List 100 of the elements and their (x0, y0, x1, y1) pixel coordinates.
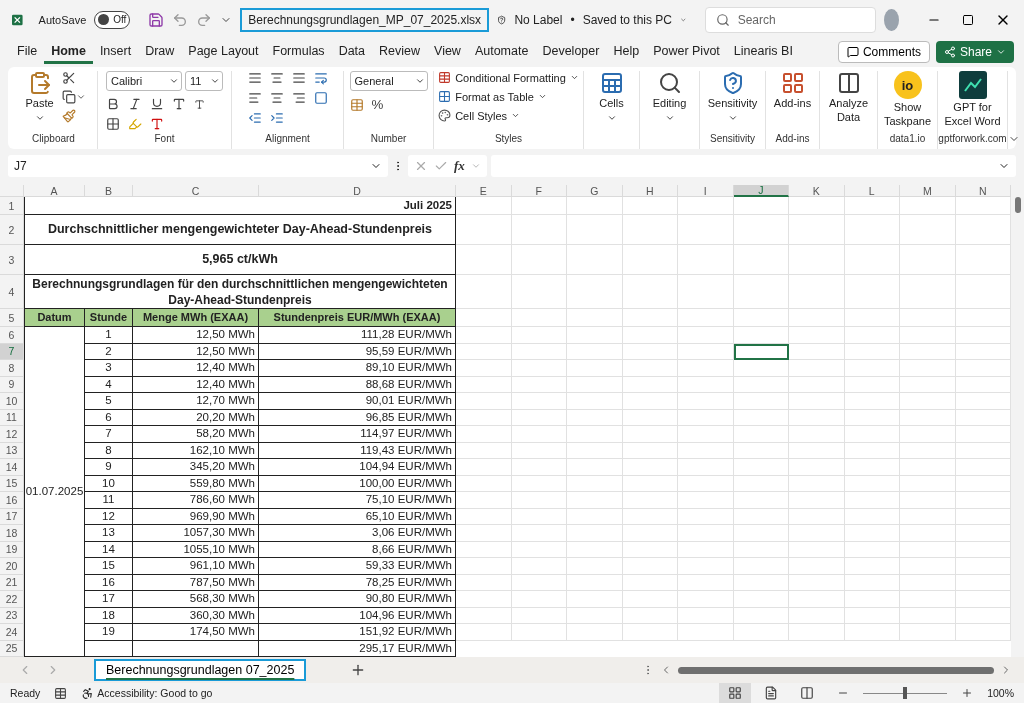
styles-menu-button[interactable]: Format as Table (438, 90, 579, 104)
italic-icon[interactable] (128, 97, 142, 112)
empty-cell[interactable] (733, 624, 789, 641)
empty-cell[interactable] (511, 459, 567, 476)
row-header[interactable]: 16 (0, 492, 24, 509)
column-header[interactable]: F (511, 185, 567, 198)
row-header[interactable]: 5 (0, 309, 24, 328)
empty-cell[interactable] (844, 245, 900, 276)
empty-cell[interactable] (678, 393, 734, 410)
empty-cell[interactable] (789, 591, 845, 608)
menu-tab[interactable]: Home (44, 40, 93, 65)
empty-cell[interactable] (789, 607, 845, 625)
empty-cell[interactable] (567, 541, 623, 559)
empty-cell[interactable] (733, 492, 789, 509)
empty-cell[interactable] (789, 624, 845, 641)
column-header[interactable]: D (259, 185, 456, 198)
column-header[interactable]: N (955, 185, 1011, 198)
empty-cell[interactable] (844, 275, 900, 310)
empty-cell[interactable] (511, 541, 567, 559)
empty-cell[interactable] (622, 275, 678, 310)
empty-cell[interactable] (733, 459, 789, 476)
empty-cell[interactable] (511, 442, 567, 460)
empty-cell[interactable] (900, 426, 956, 443)
empty-cell[interactable] (900, 525, 956, 542)
empty-cell[interactable] (844, 624, 900, 641)
empty-cell[interactable] (678, 591, 734, 608)
empty-cell[interactable] (622, 215, 678, 246)
empty-cell[interactable] (511, 360, 567, 377)
sheet-tab[interactable]: Berechnungsgrundlagen 07_2025 (94, 659, 307, 682)
empty-cell[interactable] (622, 442, 678, 460)
empty-cell[interactable] (900, 574, 956, 592)
empty-cell[interactable] (789, 409, 845, 427)
empty-cell[interactable] (622, 591, 678, 608)
fill-color-icon[interactable] (128, 117, 142, 132)
empty-cell[interactable] (844, 574, 900, 592)
empty-cell[interactable] (678, 245, 734, 276)
row-header[interactable]: 2 (0, 215, 24, 246)
menu-tab[interactable]: Data (331, 40, 373, 65)
wrap-text-icon[interactable] (313, 71, 328, 86)
empty-cell[interactable] (789, 525, 845, 542)
column-header[interactable]: K (789, 185, 845, 198)
empty-cell[interactable] (622, 245, 678, 276)
empty-cell[interactable] (900, 541, 956, 559)
taskpane-button[interactable]: io Show Taskpane (881, 71, 934, 133)
empty-cell[interactable] (900, 393, 956, 410)
empty-cell[interactable] (678, 442, 734, 460)
empty-cell[interactable] (733, 393, 789, 410)
empty-cell[interactable] (789, 197, 845, 216)
zoom-in-icon[interactable] (961, 687, 974, 699)
empty-cell[interactable] (678, 343, 734, 361)
empty-cell[interactable] (789, 245, 845, 276)
zoom-thumb[interactable] (903, 687, 908, 699)
empty-cell[interactable] (789, 459, 845, 476)
empty-cell[interactable] (678, 409, 734, 427)
empty-cell[interactable] (900, 607, 956, 625)
empty-cell[interactable] (622, 475, 678, 493)
empty-cell[interactable] (567, 327, 623, 344)
number-format-field[interactable]: General (349, 71, 428, 92)
empty-cell[interactable] (567, 426, 623, 443)
menu-tab[interactable]: Page Layout (181, 40, 266, 65)
percent-button[interactable]: % (371, 97, 384, 113)
menu-tab[interactable]: Linearis BI (726, 40, 800, 65)
empty-cell[interactable] (733, 508, 789, 526)
empty-cell[interactable] (844, 215, 900, 246)
empty-cell[interactable] (622, 426, 678, 443)
empty-cell[interactable] (567, 360, 623, 377)
autosave-toggle[interactable]: Off (94, 10, 131, 29)
empty-cell[interactable] (844, 459, 900, 476)
empty-cell[interactable] (900, 591, 956, 608)
empty-cell[interactable] (844, 475, 900, 493)
row-header[interactable]: 20 (0, 558, 24, 575)
empty-cell[interactable] (678, 215, 734, 246)
empty-cell[interactable] (733, 591, 789, 608)
empty-cell[interactable] (900, 624, 956, 641)
selected-cell[interactable] (733, 343, 789, 361)
maximize-icon[interactable] (962, 13, 975, 26)
empty-cell[interactable] (789, 376, 845, 394)
empty-cell[interactable] (678, 327, 734, 344)
empty-cell[interactable] (511, 475, 567, 493)
menu-tab[interactable]: Developer (535, 40, 607, 65)
row-header[interactable]: 6 (0, 327, 24, 344)
empty-cell[interactable] (678, 459, 734, 476)
column-header[interactable]: A (24, 185, 85, 198)
analyze-button[interactable]: Analyze Data (823, 71, 874, 133)
search-field[interactable]: Search (704, 6, 877, 33)
addins-button[interactable]: Add-ins (769, 71, 816, 133)
font-size-field[interactable]: 11 (185, 71, 223, 92)
empty-cell[interactable] (567, 376, 623, 394)
empty-cell[interactable] (789, 360, 845, 377)
empty-cell[interactable] (678, 558, 734, 575)
font-shrink-icon[interactable] (194, 98, 205, 110)
empty-cell[interactable] (678, 525, 734, 542)
menu-tab[interactable]: Review (372, 40, 428, 65)
empty-cell[interactable] (789, 309, 845, 328)
empty-cell[interactable] (900, 508, 956, 526)
empty-cell[interactable] (844, 591, 900, 608)
menu-tab[interactable]: Power Pivot (646, 40, 727, 65)
empty-cell[interactable] (567, 508, 623, 526)
empty-cell[interactable] (511, 574, 567, 592)
empty-cell[interactable] (511, 275, 567, 310)
